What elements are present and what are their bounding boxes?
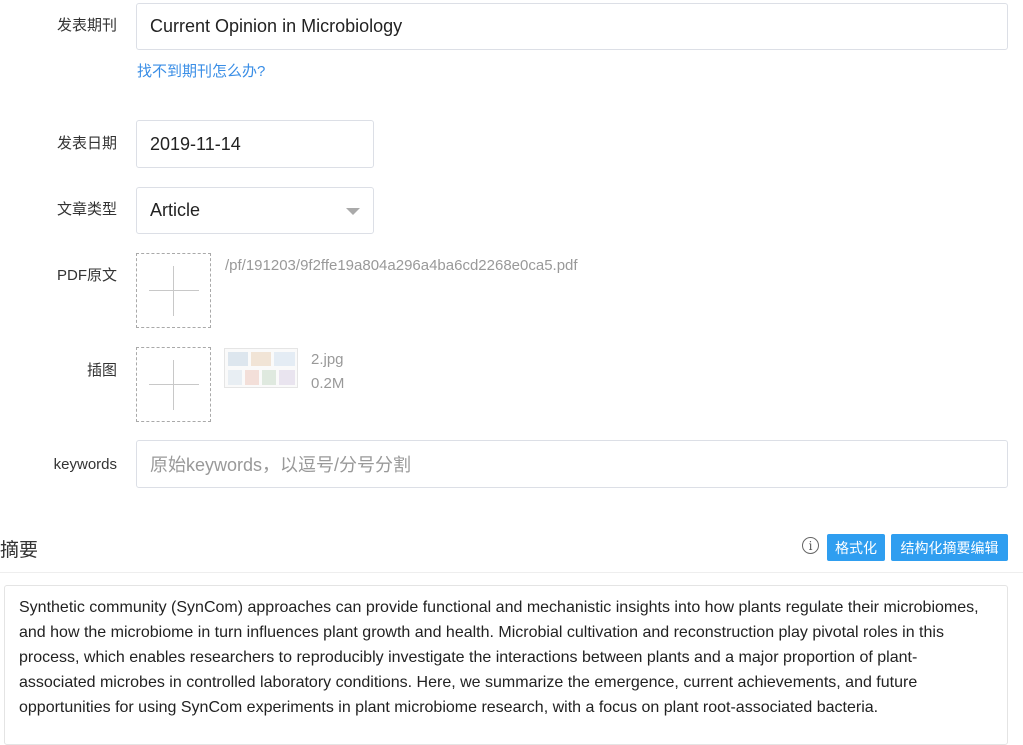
- pdf-label: PDF原文: [56, 267, 117, 284]
- journal-help-link[interactable]: 找不到期刊怎么办?: [137, 60, 265, 81]
- publish-date-input[interactable]: 2019-11-14: [136, 120, 374, 168]
- article-type-label: 文章类型: [56, 201, 117, 218]
- figure-file-size: 0.2M: [311, 375, 345, 392]
- format-button[interactable]: 格式化: [827, 534, 885, 561]
- publish-date-value: 2019-11-14: [150, 133, 241, 154]
- thumbnail-panel: [262, 370, 276, 385]
- thumbnail-panel: [228, 370, 242, 385]
- figure-thumbnail[interactable]: [224, 348, 298, 388]
- thumbnail-panel: [228, 352, 248, 366]
- thumbnail-panel: [245, 370, 259, 385]
- plus-icon-vertical: [173, 266, 174, 316]
- structured-abstract-edit-button[interactable]: 结构化摘要编辑: [891, 534, 1008, 561]
- chevron-down-icon: [346, 208, 360, 215]
- pdf-upload-button[interactable]: [136, 253, 211, 328]
- figure-upload-button[interactable]: [136, 347, 211, 422]
- article-type-select[interactable]: Article: [136, 187, 374, 234]
- keywords-label: keywords: [53, 456, 117, 473]
- journal-input[interactable]: Current Opinion in Microbiology: [136, 3, 1008, 50]
- abstract-text: Synthetic community (SynCom) approaches …: [19, 599, 979, 716]
- figure-label: 插图: [86, 362, 117, 379]
- keywords-placeholder: 原始keywords，以逗号/分号分割: [150, 455, 412, 475]
- thumbnail-panel: [274, 352, 295, 366]
- thumbnail-panel: [279, 370, 295, 385]
- abstract-title: 摘要: [0, 540, 39, 561]
- journal-label: 发表期刊: [56, 17, 117, 34]
- figure-file-name: 2.jpg: [311, 351, 344, 368]
- journal-input-value: Current Opinion in Microbiology: [150, 16, 403, 36]
- publish-date-label: 发表日期: [56, 135, 117, 152]
- plus-icon-vertical: [173, 360, 174, 410]
- section-divider: [0, 572, 1023, 573]
- pdf-file-path[interactable]: /pf/191203/9f2ffe19a804a296a4ba6cd2268e0…: [225, 257, 578, 274]
- plus-icon: [149, 384, 199, 385]
- thumbnail-panel: [251, 352, 271, 366]
- article-type-selected: Article: [150, 200, 201, 220]
- abstract-textarea[interactable]: Synthetic community (SynCom) approaches …: [4, 585, 1008, 745]
- plus-icon: [149, 290, 199, 291]
- info-icon[interactable]: i: [802, 537, 819, 554]
- keywords-input[interactable]: 原始keywords，以逗号/分号分割: [136, 440, 1008, 488]
